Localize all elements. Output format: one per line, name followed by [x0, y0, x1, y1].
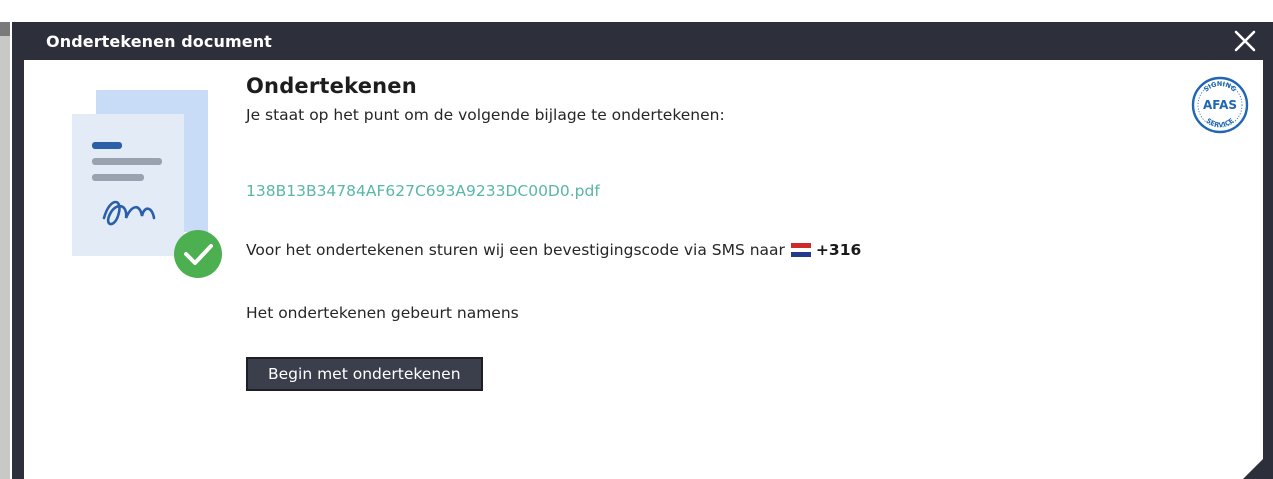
- content-heading: Ondertekenen: [246, 74, 417, 98]
- document-signature-icon: [72, 90, 222, 278]
- netherlands-flag-icon: [790, 243, 811, 257]
- dialog-content: Ondertekenen Je staat op het punt om de …: [246, 74, 1146, 391]
- dialog-title: Ondertekenen document: [46, 31, 272, 51]
- badge-brand-text: AFAS: [1203, 98, 1237, 112]
- dialog-titlebar: Ondertekenen document: [12, 22, 1273, 60]
- dialog-right-edge: [1263, 60, 1273, 479]
- backdrop-left-edge: [0, 22, 10, 479]
- phone-number: +316: [815, 241, 862, 259]
- begin-signing-button[interactable]: Begin met ondertekenen: [246, 357, 483, 391]
- intro-text: Je staat op het punt om de volgende bijl…: [246, 106, 725, 124]
- sign-document-dialog: Ondertekenen document Ondertekenen Je st…: [12, 22, 1273, 479]
- resize-handle[interactable]: [1243, 449, 1273, 479]
- close-icon[interactable]: [1231, 27, 1259, 55]
- check-circle-icon: [174, 230, 222, 278]
- sms-text: Voor het ondertekenen sturen wij een bev…: [246, 241, 785, 259]
- behalf-text: Het ondertekenen gebeurt namens: [246, 304, 519, 322]
- backdrop-corner: [0, 22, 10, 36]
- sms-info: Voor het ondertekenen sturen wij een bev…: [246, 241, 861, 259]
- afas-signing-service-badge: SIGNING AFAS SERVICE: [1191, 76, 1249, 134]
- attachment-link[interactable]: 138B13B34784AF627C693A9233DC00D0.pdf: [246, 182, 600, 200]
